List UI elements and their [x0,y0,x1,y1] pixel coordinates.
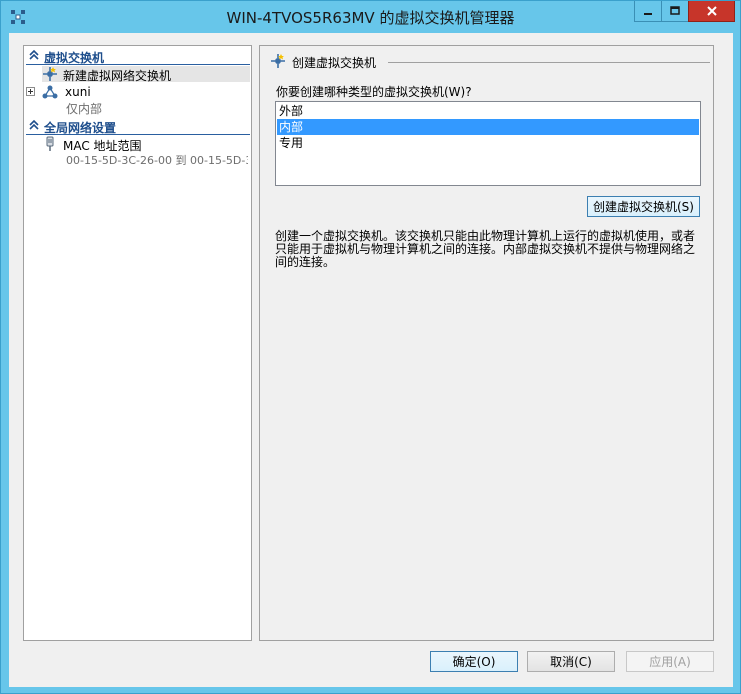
minimize-button[interactable] [634,1,661,22]
panel-header: 创建虚拟交换机 [270,53,710,71]
collapse-chevron-icon[interactable] [28,49,40,61]
create-switch-panel: 创建虚拟交换机 你要创建哪种类型的虚拟交换机(W)? 外部 内部 专用 创建虚拟… [259,45,714,641]
section-virtual-switches[interactable]: 虚拟交换机 [26,48,250,65]
tree-item-new-switch[interactable]: 新建虚拟网络交换机 [42,66,250,83]
switch-manager-window: WIN-4TVOS5R63MV 的虚拟交换机管理器 虚拟交换机 新建虚拟网络交换… [0,0,741,694]
switch-type-list[interactable]: 外部 内部 专用 [275,101,701,186]
mac-range-value: 00-15-5D-3C-26-00 到 00-15-5D-3... [66,154,248,167]
minimize-icon [644,13,652,15]
section-global-settings[interactable]: 全局网络设置 [26,118,250,135]
panel-title: 创建虚拟交换机 [292,56,377,70]
switch-type-question: 你要创建哪种类型的虚拟交换机(W)? [276,85,472,99]
expand-plus-icon[interactable] [26,87,35,96]
network-switch-icon [42,85,58,99]
section-label: 全局网络设置 [44,121,117,135]
ok-button[interactable]: 确定(O) [430,651,518,672]
switch-tree[interactable]: 虚拟交换机 新建虚拟网络交换机 xuni 仅内部 全局网络设置 MAC 地址范围… [23,45,252,641]
tree-item-mac-range[interactable]: MAC 地址范围 [42,136,250,153]
cancel-button[interactable]: 取消(C) [527,651,615,672]
window-title: WIN-4TVOS5R63MV 的虚拟交换机管理器 [226,9,515,27]
network-adapter-icon [46,136,54,151]
collapse-chevron-icon[interactable] [28,119,40,131]
maximize-button[interactable] [661,1,688,22]
tree-item-xuni[interactable]: xuni [26,84,250,100]
new-switch-icon [271,54,285,68]
window-controls [634,1,735,22]
option-private[interactable]: 专用 [277,135,699,151]
section-label: 虚拟交换机 [44,51,105,65]
switch-type-description: 创建一个虚拟交换机。该交换机只能由此物理计算机上运行的虚拟机使用，或者只能用于虚… [275,229,696,269]
maximize-icon [670,6,680,15]
title-bar[interactable]: WIN-4TVOS5R63MV 的虚拟交换机管理器 [1,1,740,33]
apply-button[interactable]: 应用(A) [626,651,714,672]
new-switch-icon [43,67,57,81]
close-icon [706,6,717,16]
option-internal[interactable]: 内部 [277,119,699,135]
close-button[interactable] [688,1,735,22]
switch-type-label: 仅内部 [66,102,103,116]
dialog-client-area: 虚拟交换机 新建虚拟网络交换机 xuni 仅内部 全局网络设置 MAC 地址范围… [9,33,733,687]
header-divider [388,62,710,63]
option-external[interactable]: 外部 [277,103,699,119]
create-switch-button[interactable]: 创建虚拟交换机(S) [587,196,700,217]
